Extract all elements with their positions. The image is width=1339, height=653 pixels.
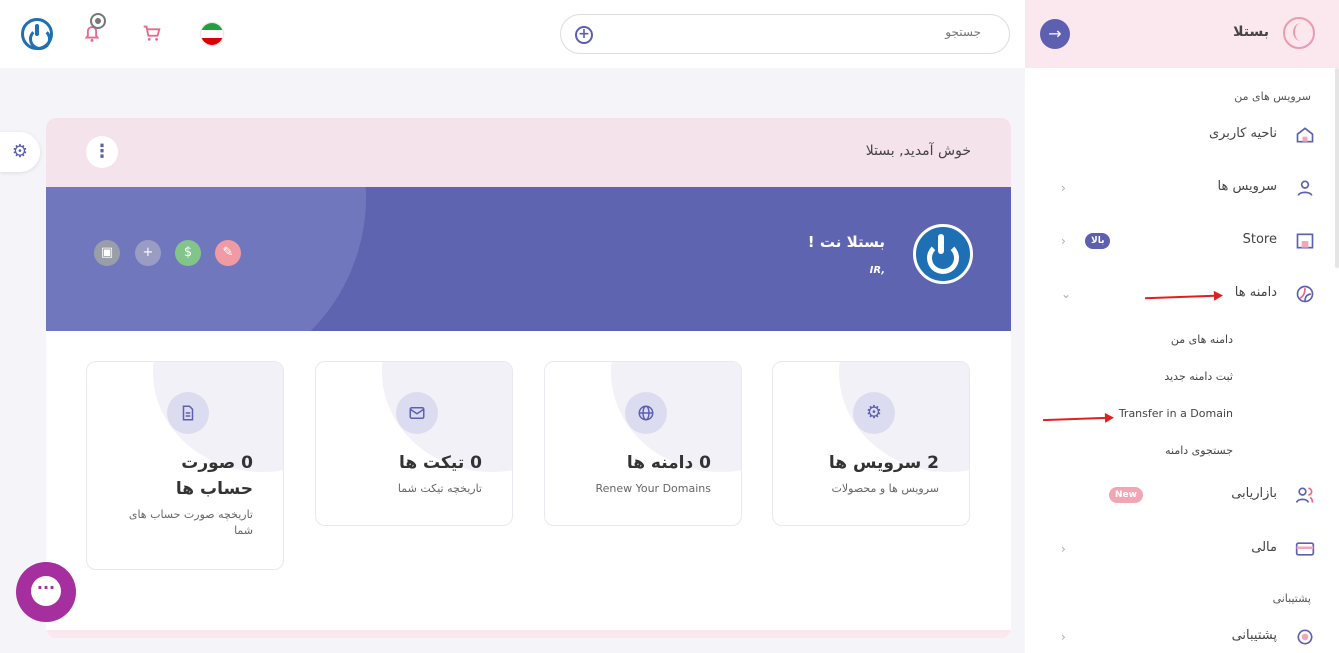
logout-power-icon[interactable] <box>21 18 53 50</box>
sidebar-item-label: مالی <box>1251 540 1277 555</box>
chat-icon[interactable] <box>16 562 76 622</box>
stat-title: 0 تیکت ها <box>398 453 482 473</box>
globe-icon <box>1295 284 1315 304</box>
chevron-down-icon: ⌄ <box>1061 287 1072 301</box>
more-vertical-icon[interactable]: ⋮ <box>86 136 118 168</box>
stat-subtitle: تاریخچه تیکت شما <box>397 482 482 495</box>
credit-card-icon <box>1295 539 1315 559</box>
chevron-left-icon: ‹ <box>1061 234 1066 248</box>
welcome-text: خوش آمدید, بستلا <box>865 143 971 159</box>
sidebar-item-label: پشتیبانی <box>1231 628 1277 643</box>
sidebar-item-label: سرویس ها <box>1217 179 1277 194</box>
document-icon <box>167 392 209 434</box>
dollar-icon[interactable]: $ <box>175 240 201 266</box>
iran-flag-icon[interactable] <box>201 23 223 45</box>
headset-icon <box>1295 627 1315 647</box>
stat-subtitle: Renew Your Domains <box>595 482 711 495</box>
sidebar-header: بستلا → <box>1025 0 1339 68</box>
next-card-edge <box>46 630 1011 638</box>
stat-title: 0 صورت حساب ها <box>175 453 253 499</box>
user-icon <box>1295 178 1315 198</box>
top-header: + <box>0 0 1025 68</box>
arrow-right-icon[interactable]: → <box>1040 19 1070 49</box>
store-badge: بالا <box>1085 233 1111 249</box>
chevron-left-icon: ‹ <box>1061 630 1066 644</box>
stat-title: 2 سرویس ها <box>828 453 939 473</box>
sidebar-item-affiliate[interactable]: بازاریابی New <box>1025 480 1339 510</box>
edit-icon[interactable]: ✎ <box>215 240 241 266</box>
gear-icon: ⚙ <box>853 392 895 434</box>
stat-title: 0 دامنه ها <box>626 453 711 473</box>
sidebar-item-domains[interactable]: دامنه ها ⌄ <box>1025 279 1339 309</box>
notification-dot <box>90 13 106 29</box>
stat-card-invoices[interactable]: 0 صورت حساب ها تاریخچه صورت حساب های شما <box>86 361 284 570</box>
sidebar-item-label: دامنه ها <box>1234 285 1277 300</box>
profile-banner: بستلا نت ! IR, ✎ $ + ▣ <box>46 187 1011 331</box>
stat-card-domains[interactable]: 0 دامنه ها Renew Your Domains <box>544 361 742 526</box>
search-input[interactable] <box>621 25 981 39</box>
section-support: پشتیبانی <box>1272 592 1311 605</box>
sidebar-subitem-my-domains[interactable]: دامنه های من <box>1171 333 1233 346</box>
store-icon <box>1295 231 1315 251</box>
gear-icon[interactable]: ⚙ <box>0 132 40 172</box>
twitch-icon[interactable]: ▣ <box>94 240 120 266</box>
section-my-services: سرویس های من <box>1234 90 1311 103</box>
stat-card-services[interactable]: ⚙ 2 سرویس ها سرویس ها و محصولات <box>772 361 970 526</box>
profile-domain: IR, <box>869 265 885 276</box>
profile-name: بستلا نت ! <box>807 233 885 251</box>
sidebar-item-label: ناحیه کاربری <box>1208 126 1277 141</box>
brand-logo-icon <box>1283 17 1315 49</box>
search-box: + <box>560 14 1010 54</box>
avatar <box>913 224 973 284</box>
chevron-left-icon: ‹ <box>1061 542 1066 556</box>
users-icon <box>1295 485 1315 505</box>
stat-subtitle: سرویس ها و محصولات <box>831 482 939 495</box>
sidebar-subitem-transfer-domain[interactable]: Transfer in a Domain <box>1119 407 1233 420</box>
dashboard-card: خوش آمدید, بستلا ⋮ بستلا نت ! IR, ✎ $ + … <box>46 118 1011 638</box>
new-badge: New <box>1109 487 1143 503</box>
sidebar-item-label: بازاریابی <box>1231 486 1277 501</box>
sidebar-item-dashboard[interactable]: ناحیه کاربری <box>1025 120 1339 150</box>
sidebar-subitem-domain-search[interactable]: جستجوی دامنه <box>1165 444 1233 457</box>
sidebar-item-label: Store <box>1242 232 1277 247</box>
sidebar: بستلا → سرویس های من ناحیه کاربری سرویس … <box>1025 0 1339 653</box>
cart-icon[interactable] <box>140 22 164 46</box>
plus-icon[interactable]: + <box>575 26 593 44</box>
brand-name: بستلا <box>1233 24 1269 40</box>
sidebar-item-billing[interactable]: مالی ‹ <box>1025 534 1339 564</box>
stat-subtitle: تاریخچه صورت حساب های شما <box>128 508 253 537</box>
chevron-left-icon: ‹ <box>1061 181 1066 195</box>
home-icon <box>1295 125 1315 145</box>
sidebar-item-store[interactable]: Store بالا ‹ <box>1025 226 1339 256</box>
globe-icon <box>625 392 667 434</box>
add-user-icon[interactable]: + <box>135 240 161 266</box>
sidebar-item-support[interactable]: پشتیبانی ‹ <box>1025 622 1339 652</box>
stat-card-tickets[interactable]: 0 تیکت ها تاریخچه تیکت شما <box>315 361 513 526</box>
banner-decoration <box>46 187 366 331</box>
mail-icon <box>396 392 438 434</box>
welcome-header: خوش آمدید, بستلا ⋮ <box>46 118 1011 187</box>
sidebar-subitem-register-domain[interactable]: ثبت دامنه جدید <box>1164 370 1233 383</box>
sidebar-item-services[interactable]: سرویس ها ‹ <box>1025 173 1339 203</box>
